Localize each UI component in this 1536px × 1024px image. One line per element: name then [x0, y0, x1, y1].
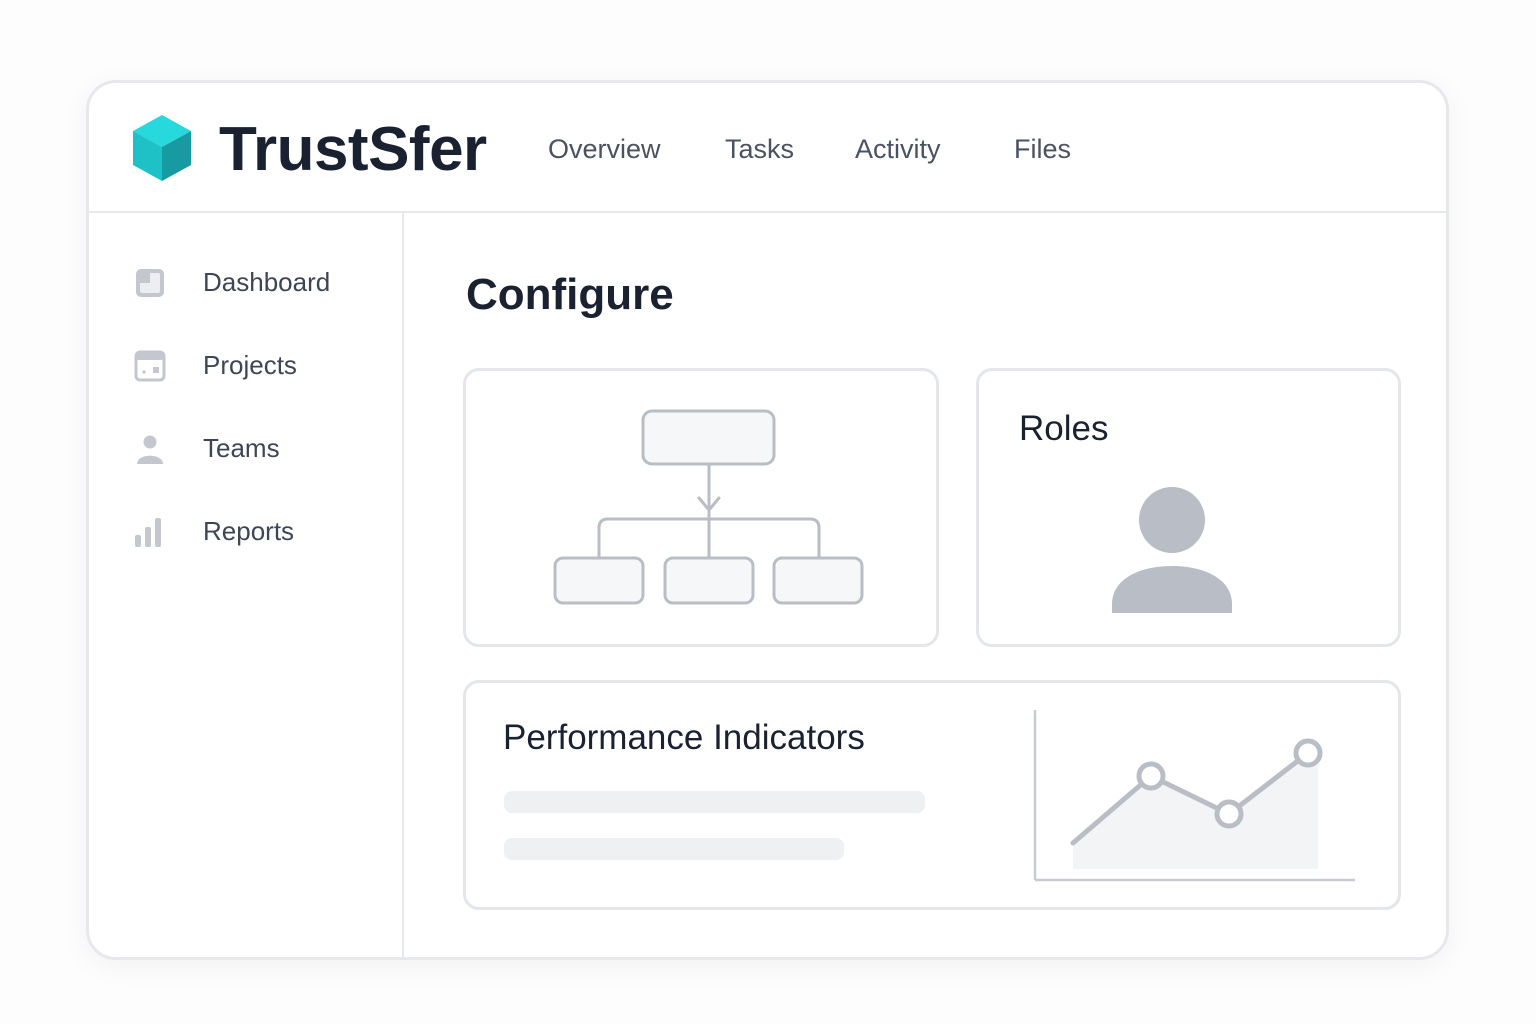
text-placeholder-bar: [504, 791, 925, 813]
nav-overview[interactable]: Overview: [548, 129, 661, 169]
calendar-icon: [134, 350, 166, 382]
dashboard-icon: [136, 269, 164, 297]
cube-icon: [133, 115, 191, 181]
nav-activity[interactable]: Activity: [855, 129, 941, 169]
performance-indicators-title: Performance Indicators: [503, 718, 865, 757]
sidebar-item-projects[interactable]: Projects: [129, 343, 389, 387]
performance-indicators-card[interactable]: Performance Indicators: [463, 680, 1401, 910]
line-chart-icon: [1033, 710, 1355, 882]
sidebar-item-label: Dashboard: [203, 267, 331, 297]
sidebar-item-teams[interactable]: Teams: [129, 426, 389, 470]
sidebar-item-label: Projects: [203, 350, 297, 380]
page-title: Configure: [466, 270, 674, 319]
user-icon: [137, 435, 163, 464]
user-avatar-icon: [1112, 487, 1232, 613]
sidebar: Dashboard Projects Teams Reports: [89, 213, 404, 957]
sidebar-item-reports[interactable]: Reports: [129, 509, 389, 553]
roles-card[interactable]: Roles: [976, 368, 1401, 647]
app-window: TrustSfer Overview Tasks Activity Files …: [86, 80, 1449, 960]
main-content: Configure Roles Performance Indicators: [406, 213, 1446, 957]
sidebar-item-label: Reports: [203, 516, 295, 546]
text-placeholder-bar: [504, 838, 844, 860]
roles-card-title: Roles: [1019, 409, 1109, 448]
hierarchy-card[interactable]: [463, 368, 939, 647]
bar-chart-icon: [135, 518, 161, 547]
top-bar: TrustSfer Overview Tasks Activity Files: [89, 83, 1446, 213]
nav-files[interactable]: Files: [1014, 129, 1071, 169]
nav-tasks[interactable]: Tasks: [725, 129, 794, 169]
app-brand-name: TrustSfer: [219, 115, 487, 184]
org-chart-icon: [553, 409, 864, 605]
sidebar-item-dashboard[interactable]: Dashboard: [129, 260, 389, 304]
sidebar-item-label: Teams: [203, 433, 280, 463]
